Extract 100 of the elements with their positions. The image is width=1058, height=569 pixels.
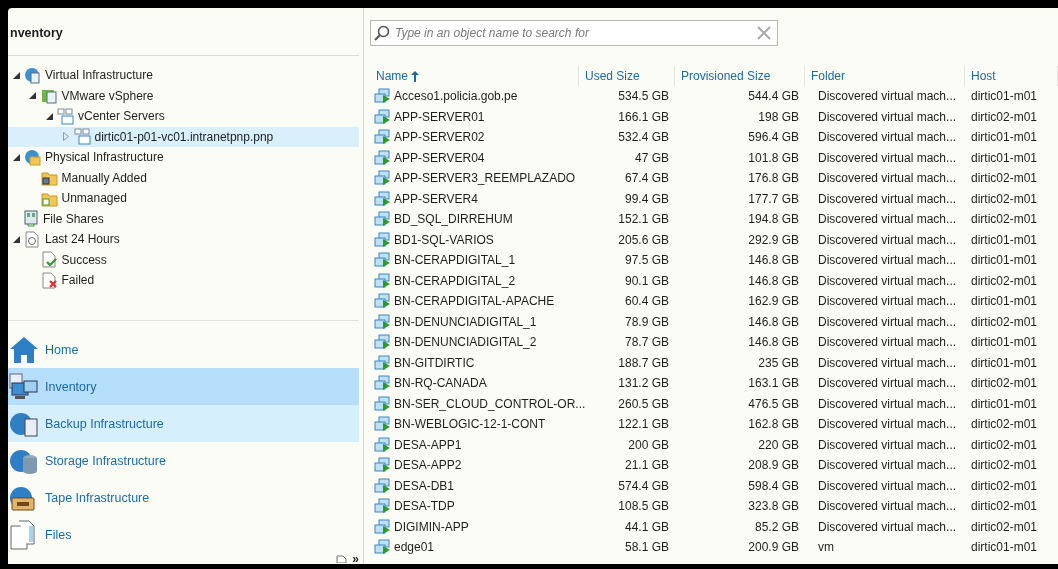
tree-item[interactable]: dirtic01-p01-vc01.intranetpnp.pnp <box>8 126 359 147</box>
column-header[interactable]: Host <box>965 66 1058 86</box>
table-cell-text: Discovered virtual mach... <box>817 335 958 350</box>
table-cell-text: 152.1 GB <box>617 212 670 227</box>
expanded-caret-icon[interactable] <box>12 235 20 243</box>
tree-item-label: Virtual Infrastructure <box>45 68 153 83</box>
table-cell-text: 60.4 GB <box>623 294 670 309</box>
table-cell-text: dirtic02-m01 <box>970 109 1039 124</box>
table-cell-text: 146.8 GB <box>747 314 800 329</box>
table-cell-text: 200 GB <box>627 437 670 452</box>
table-cell-text: vm <box>817 540 835 555</box>
table-cell-text: dirtic01-m01 <box>970 396 1039 411</box>
vm-icon <box>374 170 391 187</box>
table-cell-text: 131.2 GB <box>617 376 670 391</box>
table-cell-text: Discovered virtual mach... <box>817 253 958 268</box>
table-cell-text: 101.8 GB <box>747 150 800 165</box>
table-cell-text: 235 GB <box>757 355 800 370</box>
tree-item[interactable]: Manually Added <box>8 167 359 188</box>
table-cell-text: 21.1 GB <box>623 458 670 473</box>
table-cell-text: dirtic02-m01 <box>970 478 1039 493</box>
tree-item-label: Physical Infrastructure <box>45 150 164 165</box>
vm-icon <box>374 129 391 146</box>
tree-item[interactable]: Virtual Infrastructure <box>8 65 359 86</box>
table-cell-text: 58.1 GB <box>623 540 670 555</box>
table-cell-text: 544.4 GB <box>747 89 800 104</box>
tree-item-label: vCenter Servers <box>78 109 165 124</box>
table-cell: APP-SERVER3_REEMPLAZADO <box>394 171 576 186</box>
table-cell-text: 146.8 GB <box>747 253 800 268</box>
nav-item[interactable]: Backup Infrastructure <box>8 405 359 442</box>
table-cell-text: 166.1 GB <box>617 109 670 124</box>
table-cell-text: dirtic01-m01 <box>970 150 1039 165</box>
table-cell-text: 47 GB <box>633 150 670 165</box>
table-cell-text: dirtic01-m01 <box>970 89 1039 104</box>
table-cell-text: dirtic02-m01 <box>970 212 1039 227</box>
table-cell-text: 323.8 GB <box>747 499 800 514</box>
tree-item-label: VMware vSphere <box>61 88 154 103</box>
tree-item[interactable]: VMware vSphere <box>8 85 359 106</box>
table-cell-text: 574.4 GB <box>617 478 670 493</box>
globe-icon <box>24 148 41 166</box>
column-header[interactable]: Name <box>370 66 579 86</box>
tree-item-label: Success <box>61 252 107 267</box>
expanded-caret-icon[interactable] <box>12 153 20 161</box>
table-cell: BD1-SQL-VARIOS <box>394 232 494 247</box>
table-cell-text: Discovered virtual mach... <box>817 314 958 329</box>
tree-item[interactable]: Unmanaged <box>8 188 359 209</box>
table-cell-text: Discovered virtual mach... <box>817 89 958 104</box>
table-cell-text: dirtic02-m01 <box>970 437 1039 452</box>
table-cell-text: Discovered virtual mach... <box>817 294 958 309</box>
expanded-caret-icon[interactable] <box>29 92 36 100</box>
table-cell-text: Discovered virtual mach... <box>817 519 958 534</box>
table-cell-text: dirtic02-m01 <box>970 376 1039 391</box>
vm-icon <box>374 518 391 535</box>
table-cell-text: Discovered virtual mach... <box>817 458 958 473</box>
table-cell-text: 176.8 GB <box>747 171 800 186</box>
table-cell: DIGIMIN-APP <box>394 519 469 534</box>
tree-item-label: Last 24 Hours <box>45 232 120 247</box>
table-cell-text: 177.7 GB <box>747 191 800 206</box>
tree-item[interactable]: Failed <box>8 270 359 291</box>
nav-item[interactable]: Tape Infrastructure <box>8 479 359 516</box>
column-header[interactable]: Folder <box>805 66 965 86</box>
table-cell-text: Discovered virtual mach... <box>817 437 958 452</box>
overflow-chevron[interactable]: » <box>352 552 359 564</box>
tree-item[interactable]: File Shares <box>8 208 359 229</box>
table-cell-text: 97.5 GB <box>623 253 670 268</box>
column-header[interactable]: Provisioned Size <box>675 66 805 86</box>
vm-icon <box>374 272 391 289</box>
file-share-icon <box>24 210 39 228</box>
tree-item[interactable]: Last 24 Hours <box>8 229 359 250</box>
tree-item-label: dirtic01-p01-vc01.intranetpnp.pnp <box>94 129 274 144</box>
table-cell: Acceso1.policia.gob.pe <box>394 89 518 104</box>
vm-icon <box>374 498 391 515</box>
table-cell-text: Discovered virtual mach... <box>817 396 958 411</box>
table-cell-text: dirtic01-m01 <box>970 130 1039 145</box>
table-cell-text: dirtic02-m01 <box>970 273 1039 288</box>
table-cell-text: 122.1 GB <box>617 417 670 432</box>
vm-icon <box>374 108 391 125</box>
nav-item[interactable]: Inventory <box>8 368 359 405</box>
table-cell-text: 162.8 GB <box>747 417 800 432</box>
tree-item[interactable]: vCenter Servers <box>8 106 359 127</box>
table-cell-text: 162.9 GB <box>747 294 800 309</box>
vm-icon <box>374 375 391 392</box>
table-cell-text: dirtic01-m01 <box>970 355 1039 370</box>
table-cell-text: Discovered virtual mach... <box>817 150 958 165</box>
home-icon <box>9 335 39 364</box>
tree-item[interactable]: Success <box>8 249 359 270</box>
expanded-caret-icon[interactable] <box>45 112 53 120</box>
nav-item[interactable]: Files <box>8 516 359 553</box>
column-header[interactable]: Used Size <box>579 66 675 86</box>
tree-item[interactable]: Physical Infrastructure <box>8 147 359 168</box>
table-cell-text: Discovered virtual mach... <box>817 355 958 370</box>
table-cell-text: 44.1 GB <box>623 519 670 534</box>
nav-item[interactable]: Home <box>8 331 359 368</box>
table-cell-text: dirtic01-m01 <box>970 253 1039 268</box>
table-cell: BN-SER_CLOUD_CONTROL-OR... <box>394 396 586 411</box>
search-field[interactable]: Type in an object name to search for <box>370 20 778 46</box>
expanded-caret-icon[interactable] <box>12 71 20 79</box>
nav-item[interactable]: Storage Infrastructure <box>8 442 359 479</box>
document-icon[interactable] <box>336 555 349 563</box>
table-cell: BN-CERAPDIGITAL_2 <box>394 273 516 288</box>
failed-document-icon <box>40 271 58 289</box>
